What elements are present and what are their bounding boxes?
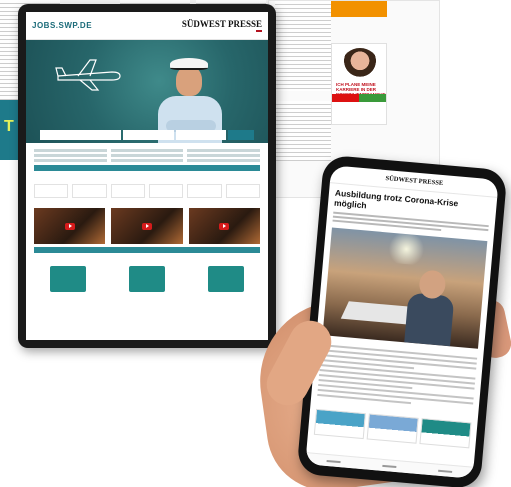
topic-card[interactable] bbox=[128, 266, 165, 294]
employer-logo[interactable] bbox=[72, 184, 107, 198]
job-link[interactable] bbox=[110, 149, 184, 152]
topic-tile[interactable] bbox=[128, 266, 165, 292]
topic-card[interactable] bbox=[50, 266, 87, 294]
article-photo bbox=[322, 227, 488, 349]
play-icon[interactable] bbox=[64, 222, 75, 230]
job-search-input[interactable] bbox=[40, 130, 122, 140]
tablet-screen: JOBS.SWP.DE SÜDWEST PRESSE bbox=[26, 12, 268, 340]
job-link[interactable] bbox=[34, 149, 107, 152]
play-icon[interactable] bbox=[219, 222, 230, 230]
video-list bbox=[34, 208, 260, 244]
ad-portrait bbox=[342, 48, 378, 80]
job-link-list bbox=[34, 149, 260, 162]
phone-screen: SÜDWEST PRESSE Ausbildung trotz Corona-K… bbox=[305, 165, 499, 479]
ad-color-band bbox=[332, 94, 386, 102]
site-logo[interactable]: JOBS.SWP.DE bbox=[32, 21, 92, 30]
smartphone-device: SÜDWEST PRESSE Ausbildung trotz Corona-K… bbox=[296, 154, 508, 487]
job-link[interactable] bbox=[110, 159, 184, 162]
topic-card[interactable] bbox=[207, 266, 244, 294]
employer-logo[interactable] bbox=[34, 184, 69, 198]
job-listings-section bbox=[26, 143, 268, 178]
job-link[interactable] bbox=[34, 159, 107, 162]
play-icon[interactable] bbox=[141, 222, 152, 230]
topic-tile[interactable] bbox=[50, 266, 87, 292]
job-link[interactable] bbox=[187, 154, 260, 157]
apprentice-body bbox=[404, 292, 455, 347]
more-videos-bar[interactable] bbox=[34, 247, 260, 253]
job-link[interactable] bbox=[187, 159, 260, 162]
pilot-face bbox=[176, 66, 202, 96]
hero-banner bbox=[26, 40, 268, 143]
employer-logo[interactable] bbox=[187, 184, 222, 198]
radius-select[interactable] bbox=[175, 130, 226, 140]
teal-ad-text: T bbox=[4, 118, 15, 135]
more-jobs-bar[interactable] bbox=[34, 165, 260, 171]
job-link[interactable] bbox=[187, 149, 260, 152]
employer-logo[interactable] bbox=[148, 184, 184, 198]
job-search-bar bbox=[40, 130, 254, 140]
related-card[interactable] bbox=[419, 418, 472, 449]
career-ad: ICH PLANE MEINE KARRIERE IN DER IMMOBILI… bbox=[331, 43, 387, 125]
video-section bbox=[26, 202, 268, 260]
job-link[interactable] bbox=[34, 154, 107, 157]
employer-logo[interactable] bbox=[110, 184, 145, 198]
newspaper-column bbox=[275, 1, 331, 91]
video-thumbnail[interactable] bbox=[34, 208, 106, 244]
tablet-device: JOBS.SWP.DE SÜDWEST PRESSE bbox=[18, 4, 276, 348]
employer-logo[interactable] bbox=[225, 184, 260, 198]
video-thumbnail[interactable] bbox=[111, 208, 183, 244]
airplane-sketch-icon bbox=[55, 59, 121, 91]
topic-tiles bbox=[34, 266, 260, 294]
topics-section bbox=[26, 260, 268, 298]
newspaper-orange-ad bbox=[331, 1, 387, 17]
job-link[interactable] bbox=[110, 154, 184, 157]
related-card[interactable] bbox=[366, 413, 419, 444]
article-body bbox=[311, 338, 484, 416]
search-button[interactable] bbox=[227, 130, 254, 140]
brand-badge bbox=[256, 30, 262, 32]
workshop-light bbox=[385, 232, 428, 266]
video-thumbnail[interactable] bbox=[188, 208, 260, 244]
product-photo: T ICH PLANE MEINE KARRIERE IN DER IMMOBI… bbox=[0, 0, 511, 487]
pilot-cap bbox=[170, 58, 208, 70]
site-header: JOBS.SWP.DE SÜDWEST PRESSE bbox=[26, 12, 268, 40]
brand-name[interactable]: SÜDWEST PRESSE bbox=[182, 19, 262, 29]
phone-nav-bar bbox=[305, 452, 474, 479]
brand-block: SÜDWEST PRESSE bbox=[182, 19, 262, 32]
employer-logos bbox=[34, 184, 260, 198]
topic-tile[interactable] bbox=[207, 266, 244, 292]
related-card[interactable] bbox=[313, 408, 366, 440]
employer-section bbox=[26, 178, 268, 202]
location-input[interactable] bbox=[123, 130, 174, 140]
newspaper-column bbox=[275, 101, 331, 161]
